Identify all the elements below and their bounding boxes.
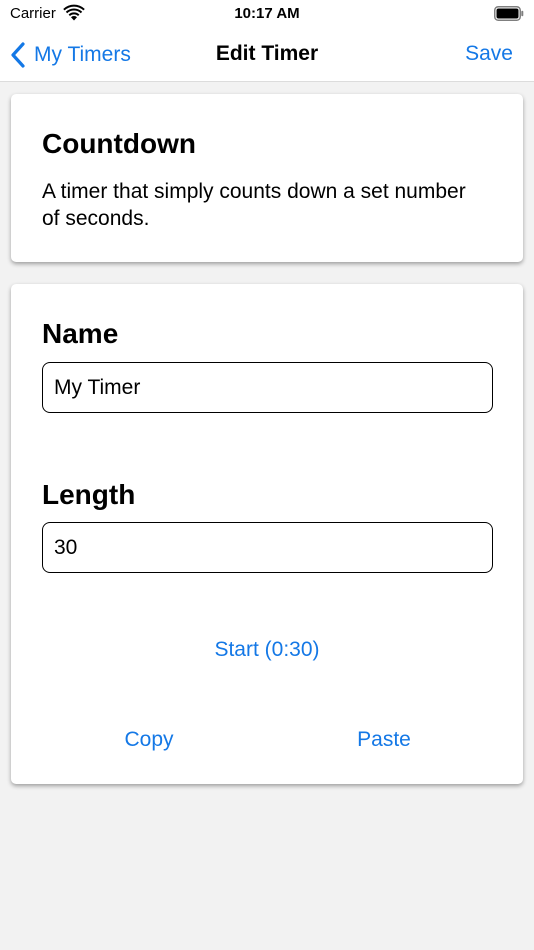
timer-type-title: Countdown (42, 128, 196, 159)
page-title: Edit Timer (215, 42, 319, 65)
status-time: 10:17 AM (234, 5, 300, 22)
status-bar: Carrier 10:17 AM (0, 0, 534, 28)
timer-form-card: Name Length Start (0:30) Copy Paste (11, 284, 523, 784)
length-label: Length (42, 479, 136, 510)
copy-button[interactable]: Copy (99, 728, 199, 752)
name-input[interactable] (42, 362, 493, 413)
start-button[interactable]: Start (0:30) (11, 638, 523, 662)
battery-icon (494, 6, 524, 21)
name-label: Name (42, 318, 119, 349)
timer-info-card: Countdown A timer that simply counts dow… (11, 94, 523, 262)
length-input[interactable] (42, 522, 493, 573)
navigation-bar: My Timers Edit Timer Save (0, 28, 534, 82)
paste-button[interactable]: Paste (334, 728, 434, 752)
timer-type-description: A timer that simply counts down a set nu… (42, 180, 466, 230)
save-button[interactable]: Save (465, 42, 513, 66)
screen: Carrier 10:17 AM My Timers Edit Timer Sa… (0, 0, 534, 950)
